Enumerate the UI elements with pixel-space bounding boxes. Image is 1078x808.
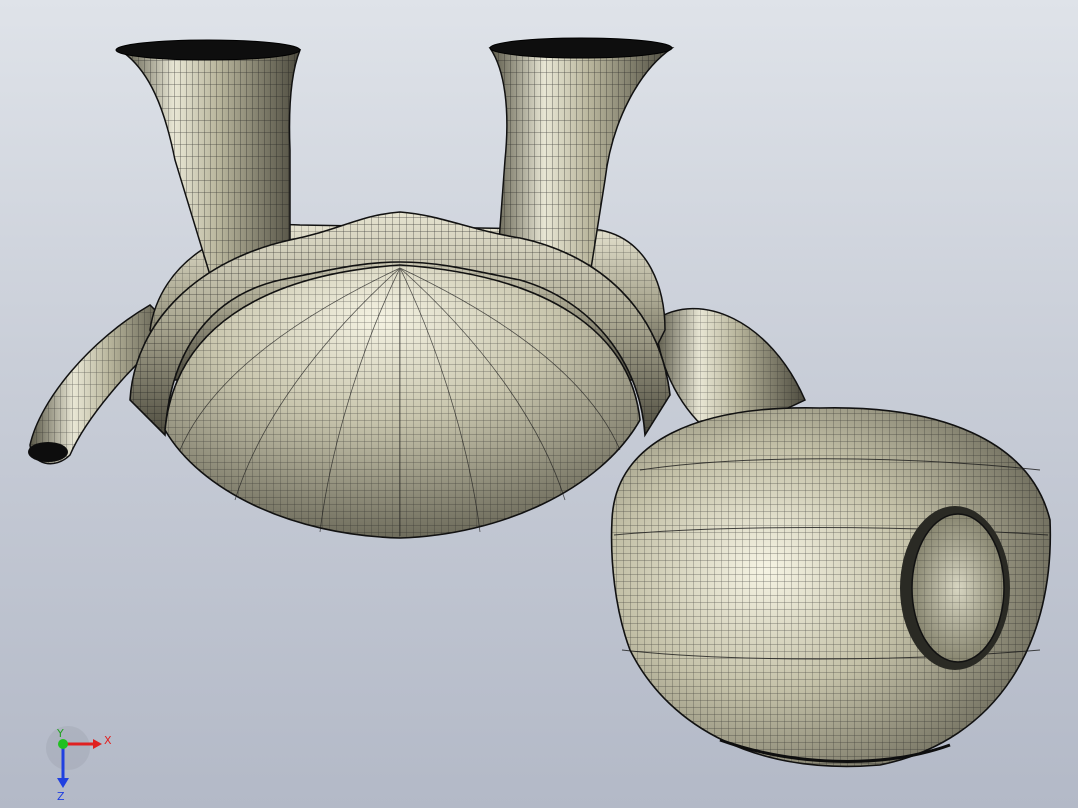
left-funnel-pipe[interactable] xyxy=(115,39,302,276)
spherical-chamber[interactable] xyxy=(610,407,1052,768)
y-axis-arrow xyxy=(58,739,68,749)
z-axis-label: Z xyxy=(57,790,65,803)
y-axis-label: Y xyxy=(56,727,64,740)
chamber-side-opening[interactable] xyxy=(900,506,1010,670)
x-axis-label: X xyxy=(104,734,112,747)
graphics-viewport[interactable]: X Y Z xyxy=(0,0,1078,808)
orientation-triad: X Y Z xyxy=(46,726,112,803)
model-canvas[interactable]: X Y Z xyxy=(0,0,1078,808)
